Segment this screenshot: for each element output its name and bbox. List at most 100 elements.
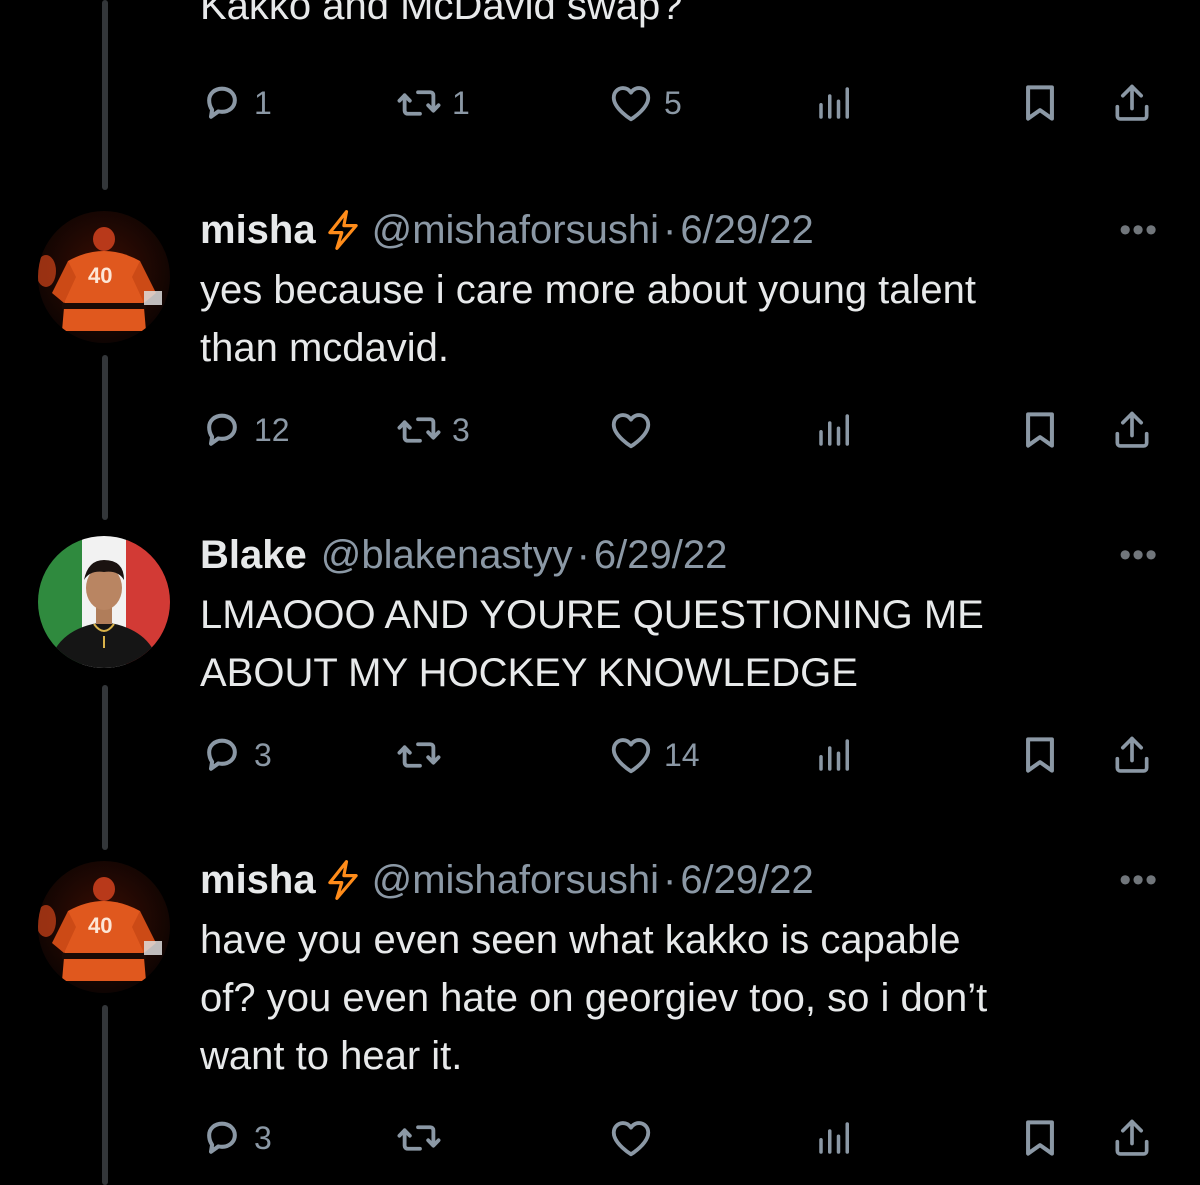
- jersey-number: 40: [88, 263, 112, 288]
- user-handle[interactable]: @blakenastyy: [321, 533, 573, 578]
- tweet-actions: 3 14: [200, 730, 1160, 780]
- bookmark-button[interactable]: [1018, 405, 1062, 455]
- reply-count: 1: [254, 84, 272, 121]
- share-icon: [1110, 81, 1154, 125]
- like-icon: [608, 407, 654, 453]
- tweet-text-line: yes because i care more about young tale…: [200, 268, 977, 312]
- tweet-3[interactable]: 40 misha @mishaforsushi · 6/29/22 ••• ha…: [0, 855, 1200, 1185]
- share-icon: [1110, 408, 1154, 452]
- lightning-icon: [322, 859, 364, 901]
- more-icon[interactable]: •••: [1119, 861, 1158, 900]
- views-button[interactable]: [814, 730, 856, 780]
- views-icon: [814, 409, 856, 451]
- user-handle[interactable]: @mishaforsushi: [372, 858, 659, 903]
- retweet-icon: [396, 407, 442, 453]
- tweet-text: LMAOOO AND YOURE QUESTIONING ME ABOUT MY…: [200, 586, 1140, 702]
- like-button[interactable]: 14: [608, 730, 700, 780]
- views-button[interactable]: [814, 1113, 856, 1163]
- avatar[interactable]: 40: [38, 861, 170, 993]
- retweet-button[interactable]: 3: [396, 405, 470, 455]
- views-icon: [814, 82, 856, 124]
- like-icon: [608, 732, 654, 778]
- reply-icon: [200, 733, 244, 777]
- separator: ·: [662, 857, 677, 902]
- more-icon[interactable]: •••: [1119, 536, 1158, 575]
- retweet-icon: [396, 732, 442, 778]
- like-icon: [608, 1115, 654, 1161]
- bookmark-icon: [1018, 1116, 1062, 1160]
- like-count: 14: [664, 736, 700, 773]
- avatar[interactable]: 40: [38, 211, 170, 343]
- tweet-text: yes because i care more about young tale…: [200, 261, 1140, 377]
- reply-button[interactable]: 3: [200, 1113, 272, 1163]
- tweet-text-line: ABOUT MY HOCKEY KNOWLEDGE: [200, 651, 858, 695]
- tweet-text-line: than mcdavid.: [200, 326, 450, 370]
- tweet-1[interactable]: 40 misha @mishaforsushi · 6/29/22 ••• ye…: [0, 205, 1200, 475]
- views-button[interactable]: [814, 405, 856, 455]
- jersey-number: 40: [88, 913, 112, 938]
- bookmark-button[interactable]: [1018, 1113, 1062, 1163]
- views-icon: [814, 734, 856, 776]
- more-icon[interactable]: •••: [1119, 211, 1158, 250]
- display-name[interactable]: Blake: [200, 533, 307, 578]
- user-handle[interactable]: @mishaforsushi: [372, 208, 659, 253]
- tweet-header: misha @mishaforsushi · 6/29/22: [200, 205, 814, 255]
- bookmark-icon: [1018, 733, 1062, 777]
- reply-icon: [200, 1116, 244, 1160]
- reply-icon: [200, 408, 244, 452]
- tweet-header: misha @mishaforsushi · 6/29/22: [200, 855, 814, 905]
- reply-button[interactable]: 3: [200, 730, 272, 780]
- tweet-actions: 1 1 5: [200, 78, 1160, 128]
- bookmark-button[interactable]: [1018, 78, 1062, 128]
- tweet-date[interactable]: 6/29/22: [594, 533, 727, 578]
- tweet-actions: 12 3: [200, 405, 1160, 455]
- avatar[interactable]: [38, 536, 170, 668]
- display-name[interactable]: misha: [200, 208, 316, 253]
- tweet-text: Kakko and McDavid swap?: [200, 0, 683, 28]
- tweet-text-line: of? you even hate on georgiev too, so i …: [200, 976, 988, 1020]
- display-name[interactable]: misha: [200, 858, 316, 903]
- tweet-date[interactable]: 6/29/22: [680, 208, 813, 253]
- retweet-icon: [396, 80, 442, 126]
- like-icon: [608, 80, 654, 126]
- tweet-date[interactable]: 6/29/22: [680, 858, 813, 903]
- separator: ·: [662, 207, 677, 252]
- share-button[interactable]: [1110, 1113, 1154, 1163]
- reply-count: 3: [254, 736, 272, 773]
- reply-button[interactable]: 12: [200, 405, 290, 455]
- retweet-button[interactable]: [396, 730, 452, 780]
- share-button[interactable]: [1110, 730, 1154, 780]
- separator: ·: [576, 532, 590, 577]
- reply-icon: [200, 81, 244, 125]
- like-count: 5: [664, 84, 682, 121]
- lightning-icon: [322, 209, 364, 251]
- views-button[interactable]: [814, 78, 856, 128]
- retweet-button[interactable]: [396, 1113, 452, 1163]
- bookmark-button[interactable]: [1018, 730, 1062, 780]
- reply-count: 12: [254, 411, 290, 448]
- like-button[interactable]: [608, 1113, 664, 1163]
- retweet-button[interactable]: 1: [396, 78, 470, 128]
- bookmark-icon: [1018, 408, 1062, 452]
- tweet-text-line: LMAOOO AND YOURE QUESTIONING ME: [200, 593, 984, 637]
- tweet-text-line: have you even seen what kakko is capable: [200, 918, 961, 962]
- tweet-2[interactable]: Blake @blakenastyy · 6/29/22 ••• LMAOOO …: [0, 530, 1200, 800]
- reply-count: 3: [254, 1119, 272, 1156]
- reply-button[interactable]: 1: [200, 78, 272, 128]
- tweet-text: have you even seen what kakko is capable…: [200, 911, 1140, 1085]
- like-button[interactable]: 5: [608, 78, 682, 128]
- like-button[interactable]: [608, 405, 664, 455]
- retweet-count: 3: [452, 411, 470, 448]
- share-icon: [1110, 733, 1154, 777]
- share-button[interactable]: [1110, 405, 1154, 455]
- tweet-actions: 3: [200, 1113, 1160, 1163]
- views-icon: [814, 1117, 856, 1159]
- tweet-header: Blake @blakenastyy · 6/29/22: [200, 530, 727, 580]
- share-button[interactable]: [1110, 78, 1154, 128]
- bookmark-icon: [1018, 81, 1062, 125]
- retweet-icon: [396, 1115, 442, 1161]
- retweet-count: 1: [452, 84, 470, 121]
- share-icon: [1110, 1116, 1154, 1160]
- tweet-partial[interactable]: Kakko and McDavid swap? 1 1 5: [0, 0, 1200, 190]
- tweet-text-line: want to hear it.: [200, 1034, 463, 1078]
